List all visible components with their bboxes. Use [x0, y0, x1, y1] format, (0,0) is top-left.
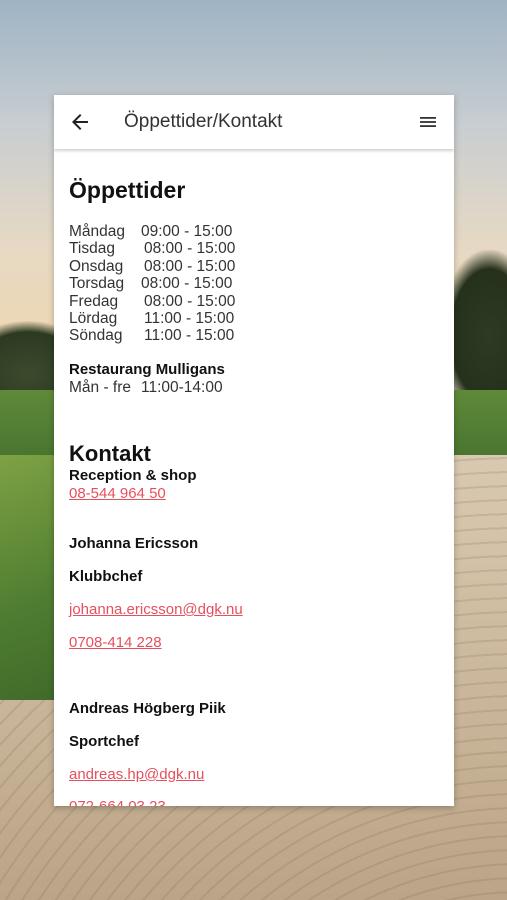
page-title: Öppettider/Kontakt	[124, 111, 283, 132]
opening-hours-heading: Öppettider	[69, 177, 186, 203]
hours-row: Lördag 11:00 - 15:00	[69, 310, 235, 327]
restaurant-hours: Mån - fre 11:00-14:00	[69, 379, 223, 397]
hamburger-menu-icon	[420, 117, 436, 127]
restaurant-title: Restaurang Mulligans	[69, 361, 225, 378]
time-label: 11:00 - 15:00	[144, 327, 235, 345]
opening-hours-list: Måndag 09:00 - 15:00 Tisdag 08:00 - 15:00 …	[69, 223, 235, 345]
reception-label: Reception & shop	[69, 467, 197, 484]
day-label: Tisdag	[69, 240, 115, 258]
hours-row: Tisdag 08:00 - 15:00	[69, 240, 235, 257]
phone-link[interactable]: 072-664 03 23	[69, 798, 166, 806]
app-bar: Öppettider/Kontakt	[54, 95, 454, 149]
hours-row: Söndag 11:00 - 15:00	[69, 327, 235, 344]
day-label: Torsdag	[69, 275, 125, 293]
back-button[interactable]	[68, 110, 92, 134]
day-label: Söndag	[69, 327, 123, 345]
restaurant-time: 11:00-14:00	[141, 379, 223, 396]
email-link[interactable]: johanna.ericsson@dgk.nu	[69, 601, 243, 618]
hours-row: Måndag 09:00 - 15:00	[69, 223, 235, 240]
fairway-left	[0, 455, 60, 700]
arrow-left-icon	[72, 114, 88, 130]
email-link[interactable]: andreas.hp@dgk.nu	[69, 766, 204, 783]
hours-row: Onsdag 08:00 - 15:00	[69, 258, 235, 275]
day-label: Måndag	[69, 223, 126, 240]
menu-button[interactable]	[416, 110, 440, 134]
hours-row: Fredag 08:00 - 15:00	[69, 293, 235, 310]
hours-row: Torsdag 08:00 - 15:00	[69, 275, 235, 292]
content-card: Öppettider/Kontakt Öppettider Måndag 09:0…	[54, 95, 454, 806]
time-label: 11:00 - 15:00	[144, 309, 235, 327]
person-role: Klubbchef	[69, 568, 143, 585]
time-label: 08:00 - 15:00	[144, 257, 236, 275]
time-label: 08:00 - 15:00	[144, 240, 236, 258]
time-label: 09:00 - 15:00	[141, 223, 233, 240]
day-label: Fredag	[69, 292, 119, 310]
time-label: 08:00 - 15:00	[144, 292, 236, 310]
restaurant-days: Mån - fre	[69, 379, 132, 396]
phone-link[interactable]: 0708-414 228	[69, 634, 162, 651]
person-name: Johanna Ericsson	[69, 535, 199, 552]
day-label: Lördag	[69, 309, 118, 327]
person-role: Sportchef	[69, 733, 140, 750]
time-label: 08:00 - 15:00	[141, 275, 233, 293]
reception-phone-link[interactable]: 08-544 964 50	[69, 485, 166, 502]
person-name: Andreas Högberg Piik	[69, 700, 226, 717]
day-label: Onsdag	[69, 257, 124, 275]
contact-heading: Kontakt	[69, 441, 151, 466]
